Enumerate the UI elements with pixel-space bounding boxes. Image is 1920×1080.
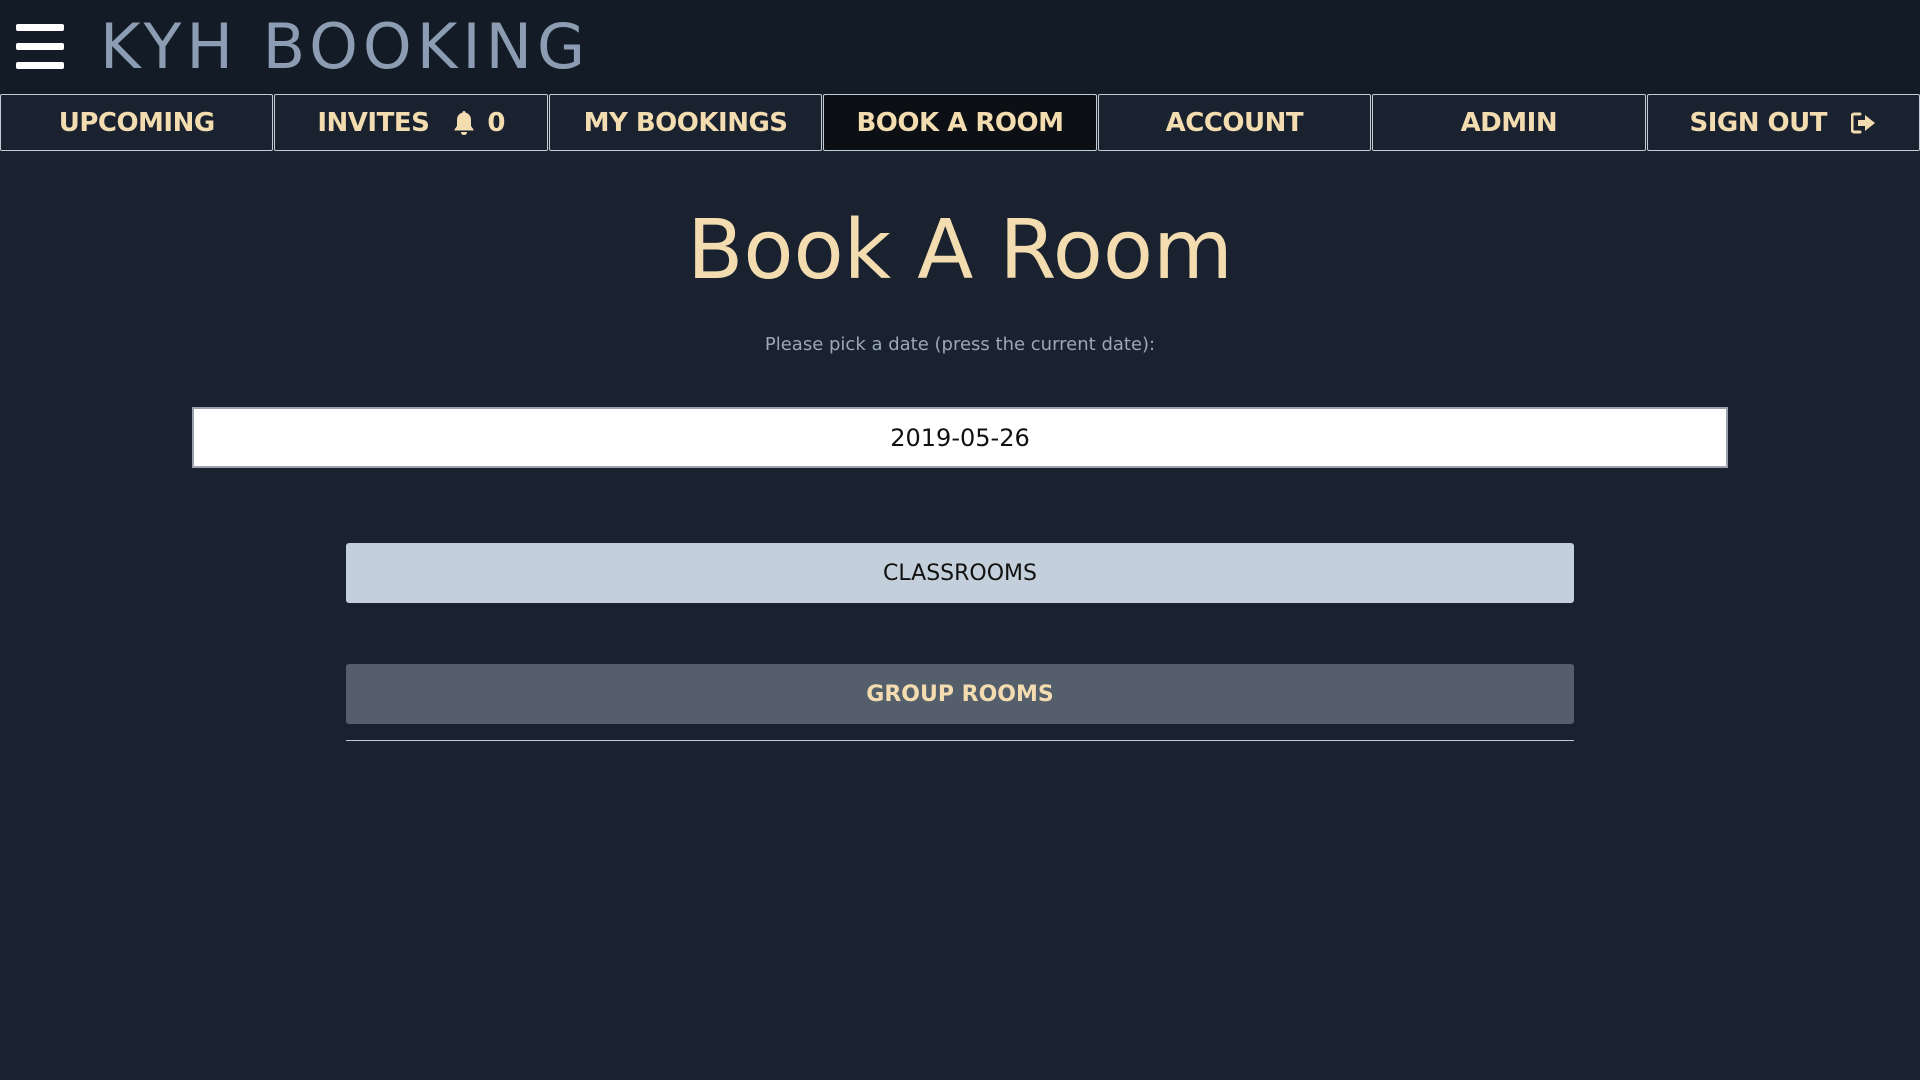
nav-sign-out-label: SIGN OUT bbox=[1689, 107, 1827, 138]
nav-book-a-room-label: BOOK A ROOM bbox=[856, 107, 1064, 138]
divider bbox=[346, 740, 1574, 741]
group-rooms-button-label: GROUP ROOMS bbox=[866, 681, 1054, 707]
nav-upcoming-label: UPCOMING bbox=[58, 107, 216, 138]
date-input[interactable]: 2019-05-26 bbox=[192, 407, 1728, 468]
nav-admin[interactable]: ADMIN bbox=[1372, 94, 1646, 151]
group-rooms-button[interactable]: GROUP ROOMS bbox=[346, 664, 1574, 724]
nav-book-a-room[interactable]: BOOK A ROOM bbox=[823, 94, 1097, 151]
main-nav: UPCOMING INVITES 0 MY BOOKINGS BOOK A RO… bbox=[0, 94, 1920, 151]
nav-upcoming[interactable]: UPCOMING bbox=[0, 94, 274, 151]
page-title: Book A Room bbox=[687, 203, 1233, 298]
invites-count: 0 bbox=[487, 107, 505, 138]
nav-account[interactable]: ACCOUNT bbox=[1097, 94, 1372, 151]
sign-out-icon bbox=[1851, 112, 1877, 134]
nav-account-label: ACCOUNT bbox=[1165, 107, 1304, 138]
top-bar: KYH BOOKING bbox=[0, 0, 1920, 94]
date-input-value: 2019-05-26 bbox=[890, 423, 1030, 452]
hamburger-menu-icon[interactable] bbox=[16, 24, 64, 69]
nav-my-bookings-label: MY BOOKINGS bbox=[583, 107, 788, 138]
classrooms-button[interactable]: CLASSROOMS bbox=[346, 543, 1574, 603]
nav-invites-label: INVITES bbox=[317, 107, 430, 138]
nav-invites[interactable]: INVITES 0 bbox=[274, 94, 548, 151]
brand-title: KYH BOOKING bbox=[100, 10, 591, 83]
nav-admin-label: ADMIN bbox=[1460, 107, 1558, 138]
classrooms-button-label: CLASSROOMS bbox=[883, 560, 1037, 586]
date-picker-label: Please pick a date (press the current da… bbox=[764, 334, 1156, 355]
nav-sign-out[interactable]: SIGN OUT bbox=[1646, 94, 1920, 151]
nav-my-bookings[interactable]: MY BOOKINGS bbox=[548, 94, 823, 151]
bell-icon bbox=[453, 110, 475, 136]
